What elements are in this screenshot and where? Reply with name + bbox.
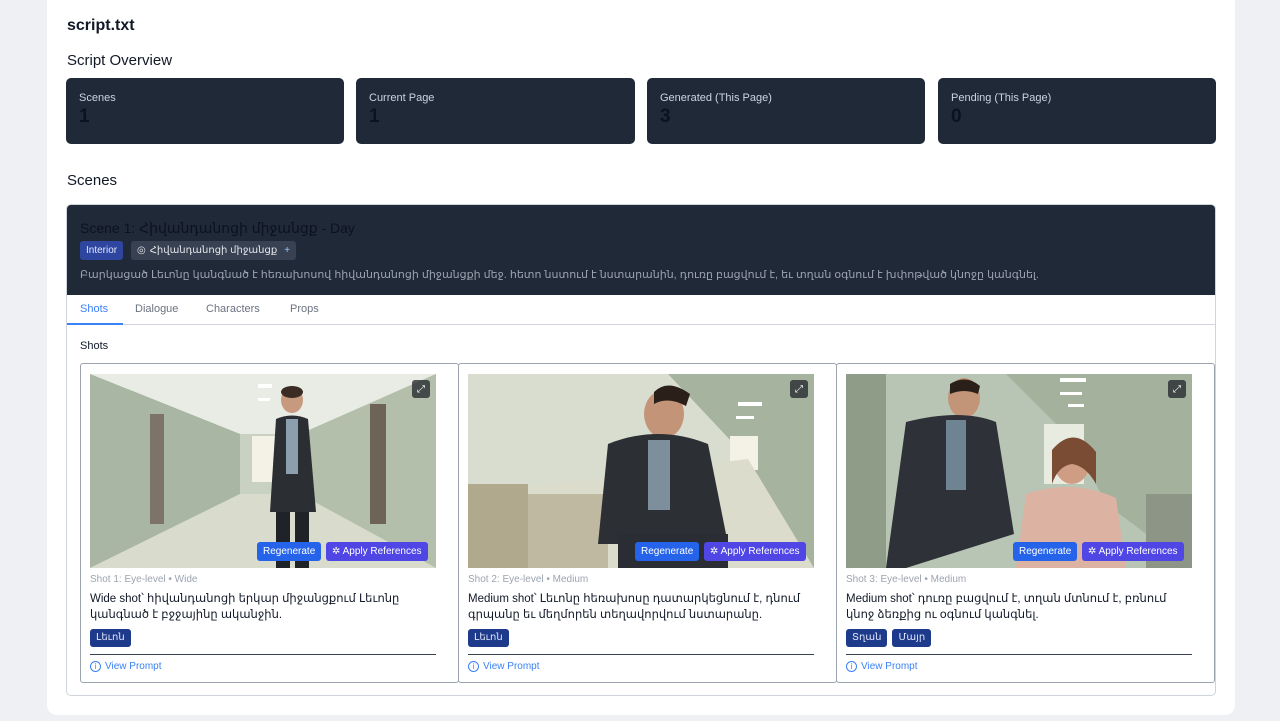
character-chip[interactable]: Տղան <box>846 629 888 647</box>
apply-references-label: Apply References <box>342 546 422 557</box>
apply-references-button[interactable]: ✲ Apply References <box>704 542 806 561</box>
divider <box>468 654 814 655</box>
shots-label: Shots <box>80 340 109 352</box>
location-pin-icon: ◎ <box>137 245 146 256</box>
file-name: script.txt <box>67 17 135 34</box>
shot-image[interactable]: ⤢ Regenerate ✲ Apply References <box>846 374 1192 568</box>
tab-dialogue[interactable]: Dialogue <box>135 303 178 315</box>
stat-label: Scenes <box>79 92 116 104</box>
add-location-icon[interactable]: + <box>284 241 290 260</box>
character-chips: Տղան Մայր <box>846 629 932 647</box>
tab-props[interactable]: Props <box>290 303 319 315</box>
character-chips: Լեւոն <box>468 629 509 647</box>
shot-description: Medium shot՝ դուռը բացվում է, տղան մտնու… <box>846 593 1167 621</box>
shot-description: Medium shot՝ Լեւոնը հեռախոսը դատարկեցնու… <box>468 593 801 621</box>
scene-title: Scene 1: Հիվանդանոցի միջանցք - Day <box>80 220 355 236</box>
divider <box>846 654 1192 655</box>
expand-icon[interactable]: ⤢ <box>412 380 430 398</box>
stat-generated: Generated (This Page) 3 <box>647 78 925 144</box>
regenerate-button[interactable]: Regenerate <box>635 542 700 561</box>
regenerate-button[interactable]: Regenerate <box>257 542 322 561</box>
scene-header: Scene 1: Հիվանդանոցի միջանցք - Day Inter… <box>67 205 1215 295</box>
shot-card: ⤢ Regenerate ✲ Apply References Shot 2: … <box>458 363 837 683</box>
stat-value: 1 <box>79 106 90 127</box>
character-chip[interactable]: Լեւոն <box>90 629 131 647</box>
stat-label: Pending (This Page) <box>951 92 1052 104</box>
view-prompt-label: View Prompt <box>105 661 162 672</box>
view-prompt-link[interactable]: i View Prompt <box>90 661 162 672</box>
view-prompt-link[interactable]: i View Prompt <box>846 661 918 672</box>
script-panel: script.txt Script Overview Scenes 1 Curr… <box>47 0 1235 715</box>
shot-card: ⤢ Regenerate ✲ Apply References Shot 3: … <box>836 363 1215 683</box>
shot-meta: Shot 3: Eye-level • Medium <box>846 574 967 585</box>
scenes-title: Scenes <box>67 172 118 189</box>
stat-label: Current Page <box>369 92 435 104</box>
interior-badge: Interior <box>80 241 124 260</box>
stat-value: 0 <box>951 106 962 127</box>
character-chip[interactable]: Մայր <box>892 629 932 647</box>
overview-title: Script Overview <box>67 52 173 69</box>
scene-description: Բարկացած Լեւոնը կանգնած է հեռախոսով հիվա… <box>80 269 1039 281</box>
shot-image[interactable]: ⤢ Regenerate ✲ Apply References <box>90 374 436 568</box>
location-label: Հիվանդանոցի միջանցք <box>149 245 278 256</box>
tab-shots[interactable]: Shots <box>80 303 108 315</box>
shot-image[interactable]: ⤢ Regenerate ✲ Apply References <box>468 374 814 568</box>
view-prompt-link[interactable]: i View Prompt <box>468 661 540 672</box>
location-chip[interactable]: ◎ Հիվանդանոցի միջանցք + <box>131 241 297 260</box>
view-prompt-label: View Prompt <box>483 661 540 672</box>
stat-value: 1 <box>369 106 380 127</box>
view-prompt-label: View Prompt <box>861 661 918 672</box>
apply-references-button[interactable]: ✲ Apply References <box>326 542 428 561</box>
apply-references-label: Apply References <box>1098 546 1178 557</box>
divider <box>90 654 436 655</box>
apply-references-button[interactable]: ✲ Apply References <box>1082 542 1184 561</box>
shot-meta: Shot 2: Eye-level • Medium <box>468 574 589 585</box>
info-icon: i <box>846 661 857 672</box>
shot-meta: Shot 1: Eye-level • Wide <box>90 574 198 585</box>
active-tab-indicator <box>67 323 123 325</box>
stat-value: 3 <box>660 106 671 127</box>
apply-references-label: Apply References <box>720 546 800 557</box>
shot-card: ⤢ Regenerate ✲ Apply References Shot 1: … <box>80 363 459 683</box>
stat-current-page: Current Page 1 <box>356 78 635 144</box>
stat-scenes: Scenes 1 <box>66 78 344 144</box>
character-chips: Լեւոն <box>90 629 131 647</box>
stat-label: Generated (This Page) <box>660 92 772 104</box>
info-icon: i <box>468 661 479 672</box>
scene-card: Scene 1: Հիվանդանոցի միջանցք - Day Inter… <box>66 204 1216 696</box>
shot-description: Wide shot՝ հիվանդանոցի երկար միջանցքում … <box>90 593 400 621</box>
expand-icon[interactable]: ⤢ <box>1168 380 1186 398</box>
regenerate-button[interactable]: Regenerate <box>1013 542 1078 561</box>
info-icon: i <box>90 661 101 672</box>
stat-pending: Pending (This Page) 0 <box>938 78 1216 144</box>
tab-characters[interactable]: Characters <box>206 303 260 315</box>
scene-tabs: Shots Dialogue Characters Props <box>67 295 1215 325</box>
character-chip[interactable]: Լեւոն <box>468 629 509 647</box>
expand-icon[interactable]: ⤢ <box>790 380 808 398</box>
